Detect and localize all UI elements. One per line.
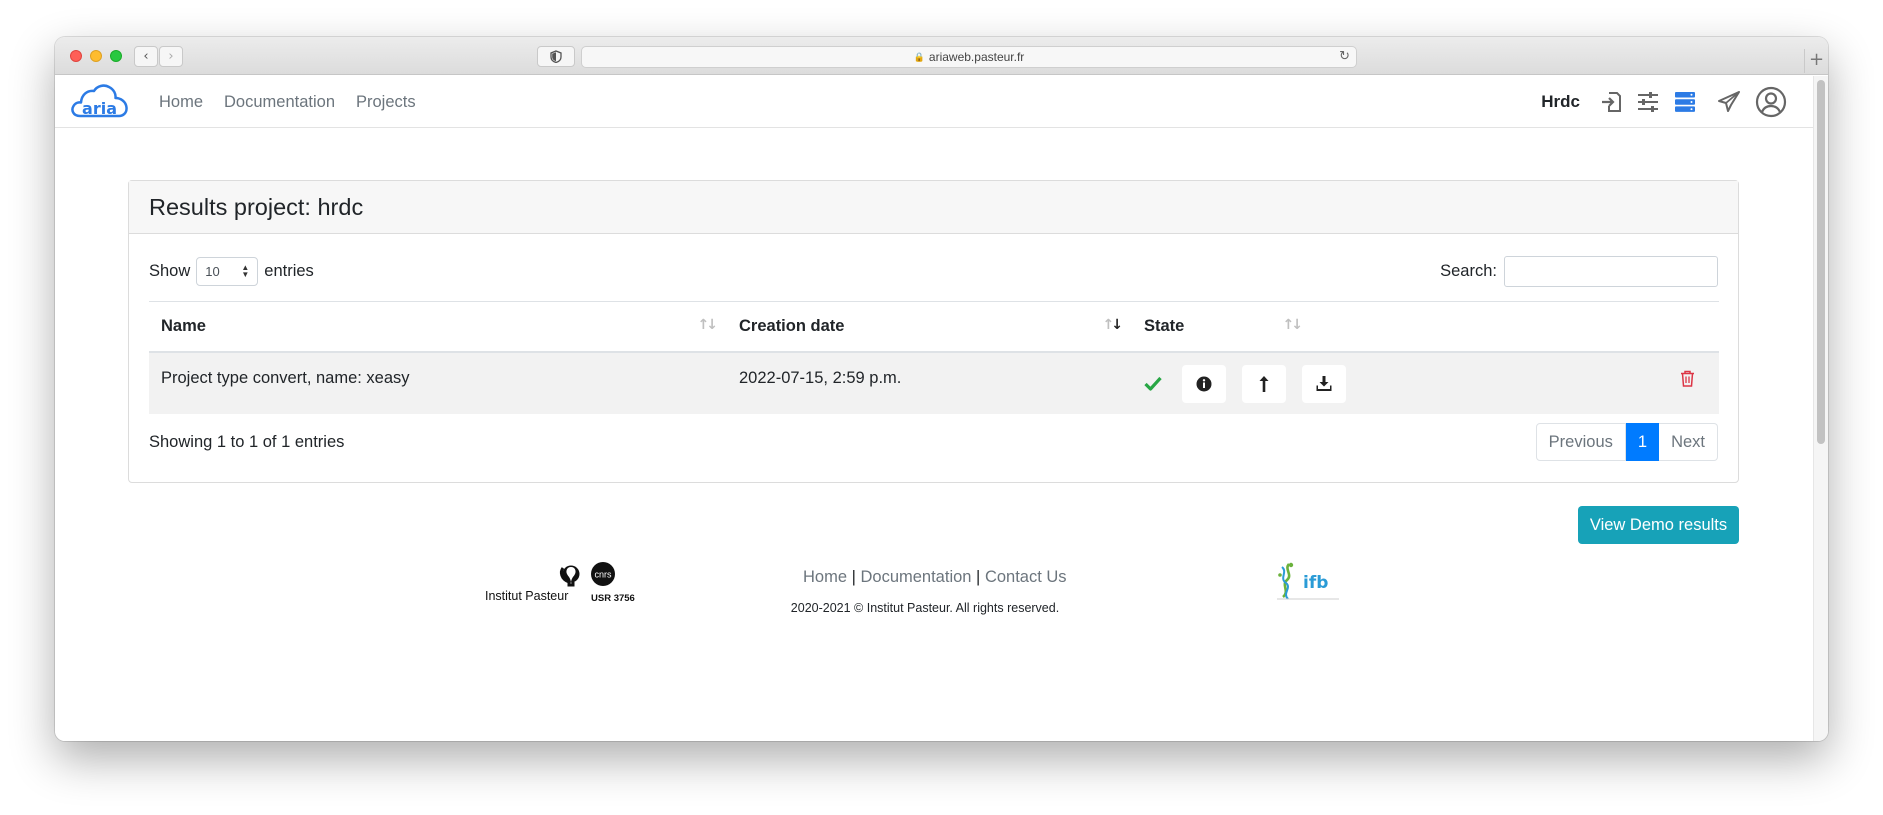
results-table: Name ↑↓ Creation date ↑↓ State ↑↓ Projec… — [149, 301, 1719, 414]
search-input[interactable] — [1504, 255, 1718, 287]
page-length-control: Show 10 ▲ ▼ entries — [149, 256, 314, 286]
success-check-icon — [1144, 376, 1174, 391]
column-header-creation-date[interactable]: Creation date ↑↓ — [727, 301, 1132, 353]
user-circle-icon[interactable] — [1753, 84, 1789, 120]
logo-text: aria — [82, 99, 117, 118]
table-header-row: Name ↑↓ Creation date ↑↓ State ↑↓ — [149, 301, 1719, 353]
sort-icon: ↑↓ — [697, 317, 719, 333]
address-bar[interactable]: 🔒 ariaweb.pasteur.fr ↻ — [581, 46, 1357, 68]
usr-text: USR 3756 — [591, 593, 635, 604]
page-content: aria Home Documentation Projects Hrdc Re… — [55, 76, 1813, 741]
download-button[interactable] — [1302, 364, 1346, 403]
select-arrows-icon: ▲ ▼ — [241, 263, 250, 279]
table-controls: Show 10 ▲ ▼ entries Search: — [149, 255, 1718, 287]
pasteur-text: Institut Pasteur — [485, 589, 568, 603]
reload-icon[interactable]: ↻ — [1339, 49, 1350, 64]
table-footer: Showing 1 to 1 of 1 entries Previous 1 N… — [149, 423, 1718, 461]
cell-creation-date: 2022-07-15, 2:59 p.m. — [727, 351, 1132, 414]
browser-titlebar: ‹ › 🔒 ariaweb.pasteur.fr ↻ + — [55, 37, 1828, 75]
download-icon — [1316, 376, 1332, 391]
page-length-select[interactable]: 10 ▲ ▼ — [196, 256, 259, 286]
ifb-logo[interactable]: ifb — [1269, 561, 1349, 610]
long-arrow-up-icon — [1259, 375, 1269, 392]
table-row: Project type convert, name: xeasy 2022-0… — [149, 351, 1719, 414]
info-circle-icon — [1196, 376, 1212, 391]
show-label: Show — [149, 261, 191, 280]
page-length-value: 10 — [205, 263, 220, 279]
browser-window: ‹ › 🔒 ariaweb.pasteur.fr ↻ + aria Home D… — [55, 37, 1828, 741]
url-text: ariaweb.pasteur.fr — [928, 50, 1025, 64]
upload-button[interactable] — [1242, 364, 1286, 403]
footer-documentation-link[interactable]: Documentation — [860, 568, 971, 586]
column-header-state[interactable]: State ↑↓ — [1132, 301, 1312, 353]
column-header-actions — [1312, 301, 1719, 353]
previous-page-button[interactable]: Previous — [1535, 423, 1626, 461]
back-button[interactable]: ‹ — [134, 46, 158, 67]
info-button[interactable] — [1182, 364, 1226, 403]
search-label: Search: — [1440, 261, 1497, 280]
lock-icon: 🔒 — [913, 51, 925, 62]
navbar-right: Hrdc — [1541, 76, 1789, 128]
new-tab-button[interactable]: + — [1804, 49, 1828, 73]
main-nav: Home Documentation Projects — [153, 76, 422, 128]
zoom-window-button[interactable] — [110, 50, 122, 62]
pagination: Previous 1 Next — [1535, 423, 1718, 461]
sign-in-icon[interactable] — [1593, 84, 1629, 120]
minimize-window-button[interactable] — [90, 50, 102, 62]
cell-state — [1132, 351, 1719, 414]
site-navbar: aria Home Documentation Projects Hrdc — [55, 76, 1813, 128]
delete-trash-icon[interactable] — [1680, 370, 1695, 392]
ifb-text: ifb — [1303, 573, 1328, 593]
footer-contact-link[interactable]: Contact Us — [985, 568, 1067, 586]
close-window-button[interactable] — [70, 50, 82, 62]
sort-descending-icon: ↑↓ — [1102, 317, 1123, 333]
sliders-icon[interactable] — [1630, 84, 1666, 120]
page-title: Results project: hrdc — [149, 193, 364, 220]
footer-home-link[interactable]: Home — [803, 568, 847, 586]
cnrs-text: cnrs — [594, 570, 612, 580]
nav-documentation-link[interactable]: Documentation — [218, 93, 341, 112]
nav-home-link[interactable]: Home — [153, 93, 209, 112]
footer-separator: | — [847, 568, 861, 586]
view-demo-results-button[interactable]: View Demo results — [1578, 506, 1739, 544]
server-icon[interactable] — [1667, 84, 1703, 120]
nav-projects-link[interactable]: Projects — [350, 93, 422, 112]
column-header-name[interactable]: Name ↑↓ — [149, 301, 727, 353]
paper-plane-icon[interactable] — [1711, 84, 1747, 120]
next-page-button[interactable]: Next — [1659, 423, 1718, 461]
entries-label: entries — [264, 261, 314, 280]
forward-button[interactable]: › — [159, 46, 183, 67]
current-project-name[interactable]: Hrdc — [1541, 92, 1580, 112]
search-control: Search: — [1440, 255, 1718, 287]
copyright-text: 2020-2021 © Institut Pasteur. All rights… — [790, 601, 1060, 615]
institut-pasteur-cnrs-logo[interactable]: cnrs Institut Pasteur USR 3756 — [485, 562, 645, 611]
current-page-button[interactable]: 1 — [1625, 423, 1660, 461]
footer-separator: | — [971, 568, 985, 586]
entries-info: Showing 1 to 1 of 1 entries — [149, 432, 345, 451]
cell-project-name: Project type convert, name: xeasy — [149, 351, 727, 414]
card-header: Results project: hrdc — [129, 181, 1738, 234]
sort-icon: ↑↓ — [1282, 317, 1304, 333]
results-card: Results project: hrdc Show 10 ▲ ▼ entries… — [128, 180, 1739, 483]
scrollbar-thumb[interactable] — [1817, 80, 1825, 444]
privacy-shield-icon[interactable] — [537, 46, 575, 67]
footer-links: Home | Documentation | Contact Us — [803, 568, 1067, 587]
aria-logo[interactable]: aria — [70, 83, 130, 126]
row-actions — [1144, 364, 1707, 403]
